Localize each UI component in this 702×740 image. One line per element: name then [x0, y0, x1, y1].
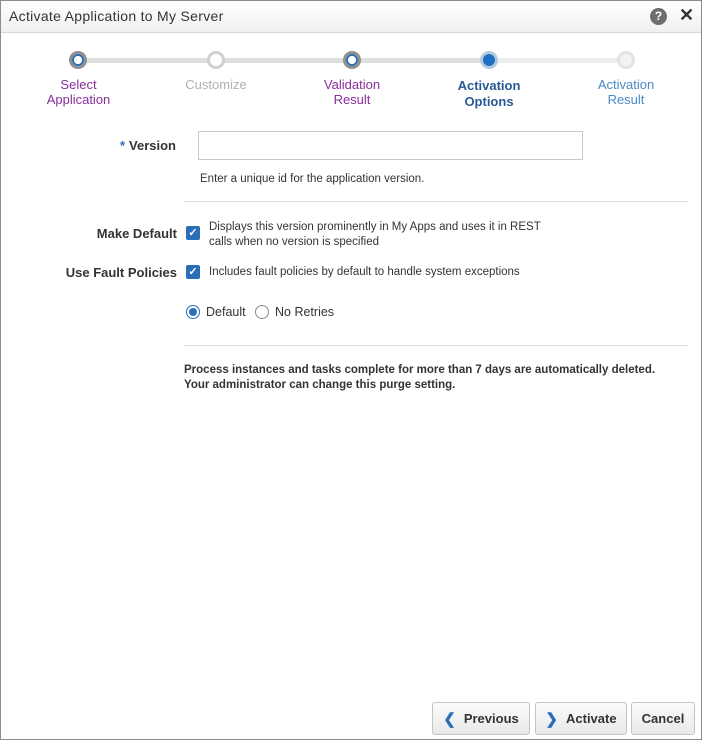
required-marker: *	[119, 138, 126, 153]
step-label-line2: Result	[607, 92, 645, 107]
section-divider	[184, 201, 688, 202]
step-label-line2: Application	[46, 92, 111, 107]
help-icon[interactable]: ?	[650, 8, 667, 25]
train-step-select-application[interactable]: Select Application	[31, 77, 126, 107]
dialog-title: Activate Application to My Server	[9, 8, 224, 24]
activate-application-dialog: Activate Application to My Server ? ✕ Se…	[0, 0, 702, 740]
retry-default-radio[interactable]	[186, 305, 200, 319]
activate-button[interactable]: ❯ Activate	[535, 702, 627, 735]
train-stepper: Select Application Customize Validation …	[1, 32, 701, 122]
train-step-customize: Customize	[166, 77, 266, 92]
retry-none-label[interactable]: No Retries	[275, 305, 334, 319]
train-stop-validation-result[interactable]	[343, 51, 361, 69]
notice-line1: Process instances and tasks complete for…	[184, 364, 656, 376]
train-stop-customize	[207, 51, 225, 69]
step-label-line1: Activation	[457, 78, 521, 93]
make-default-description: Displays this version prominently in My …	[209, 220, 541, 250]
purge-notice: Process instances and tasks complete for…	[184, 363, 694, 393]
description-line2: calls when no version is specified	[209, 236, 380, 248]
retry-default-label[interactable]: Default	[206, 305, 246, 319]
version-label-text: Version	[129, 138, 176, 153]
train-step-activation-options: Activation Options	[439, 78, 539, 110]
previous-button[interactable]: ❮ Previous	[432, 702, 530, 735]
use-fault-policies-checkbox[interactable]: ✓	[186, 265, 200, 279]
step-label-line1: Select	[60, 77, 97, 92]
version-input[interactable]	[198, 131, 583, 160]
make-default-checkbox[interactable]: ✓	[186, 226, 200, 240]
step-label-line1: Customize	[185, 77, 247, 92]
close-icon[interactable]: ✕	[679, 5, 694, 25]
retry-none-radio[interactable]	[255, 305, 269, 319]
version-label: * Version	[61, 138, 176, 153]
cancel-button-label: Cancel	[641, 711, 685, 726]
train-stop-activation-options	[480, 51, 498, 69]
train-step-validation-result[interactable]: Validation Result	[303, 77, 401, 107]
section-divider	[184, 345, 688, 346]
chevron-left-icon: ❮	[443, 710, 456, 728]
chevron-right-icon: ❯	[545, 710, 558, 728]
dialog-titlebar: Activate Application to My Server ? ✕	[1, 1, 701, 33]
description-line1: Displays this version prominently in My …	[209, 221, 541, 233]
version-hint: Enter a unique id for the application ve…	[200, 173, 425, 185]
train-step-activation-result: Activation Result	[576, 77, 676, 107]
step-label-line2: Options	[464, 94, 514, 109]
train-connector-future	[498, 58, 620, 63]
notice-line2: Your administrator can change this purge…	[184, 379, 456, 391]
cancel-button[interactable]: Cancel	[631, 702, 695, 735]
step-label-line2: Result	[333, 92, 371, 107]
step-label-line1: Validation	[323, 77, 381, 92]
activate-button-label: Activate	[566, 711, 617, 726]
step-label-line1: Activation	[597, 77, 655, 92]
train-stop-activation-result	[617, 51, 635, 69]
previous-button-label: Previous	[463, 711, 519, 726]
train-stop-select-application[interactable]	[69, 51, 87, 69]
make-default-label: Make Default	[96, 226, 177, 241]
use-fault-policies-label: Use Fault Policies	[65, 265, 177, 280]
use-fault-policies-description: Includes fault policies by default to ha…	[209, 266, 520, 278]
